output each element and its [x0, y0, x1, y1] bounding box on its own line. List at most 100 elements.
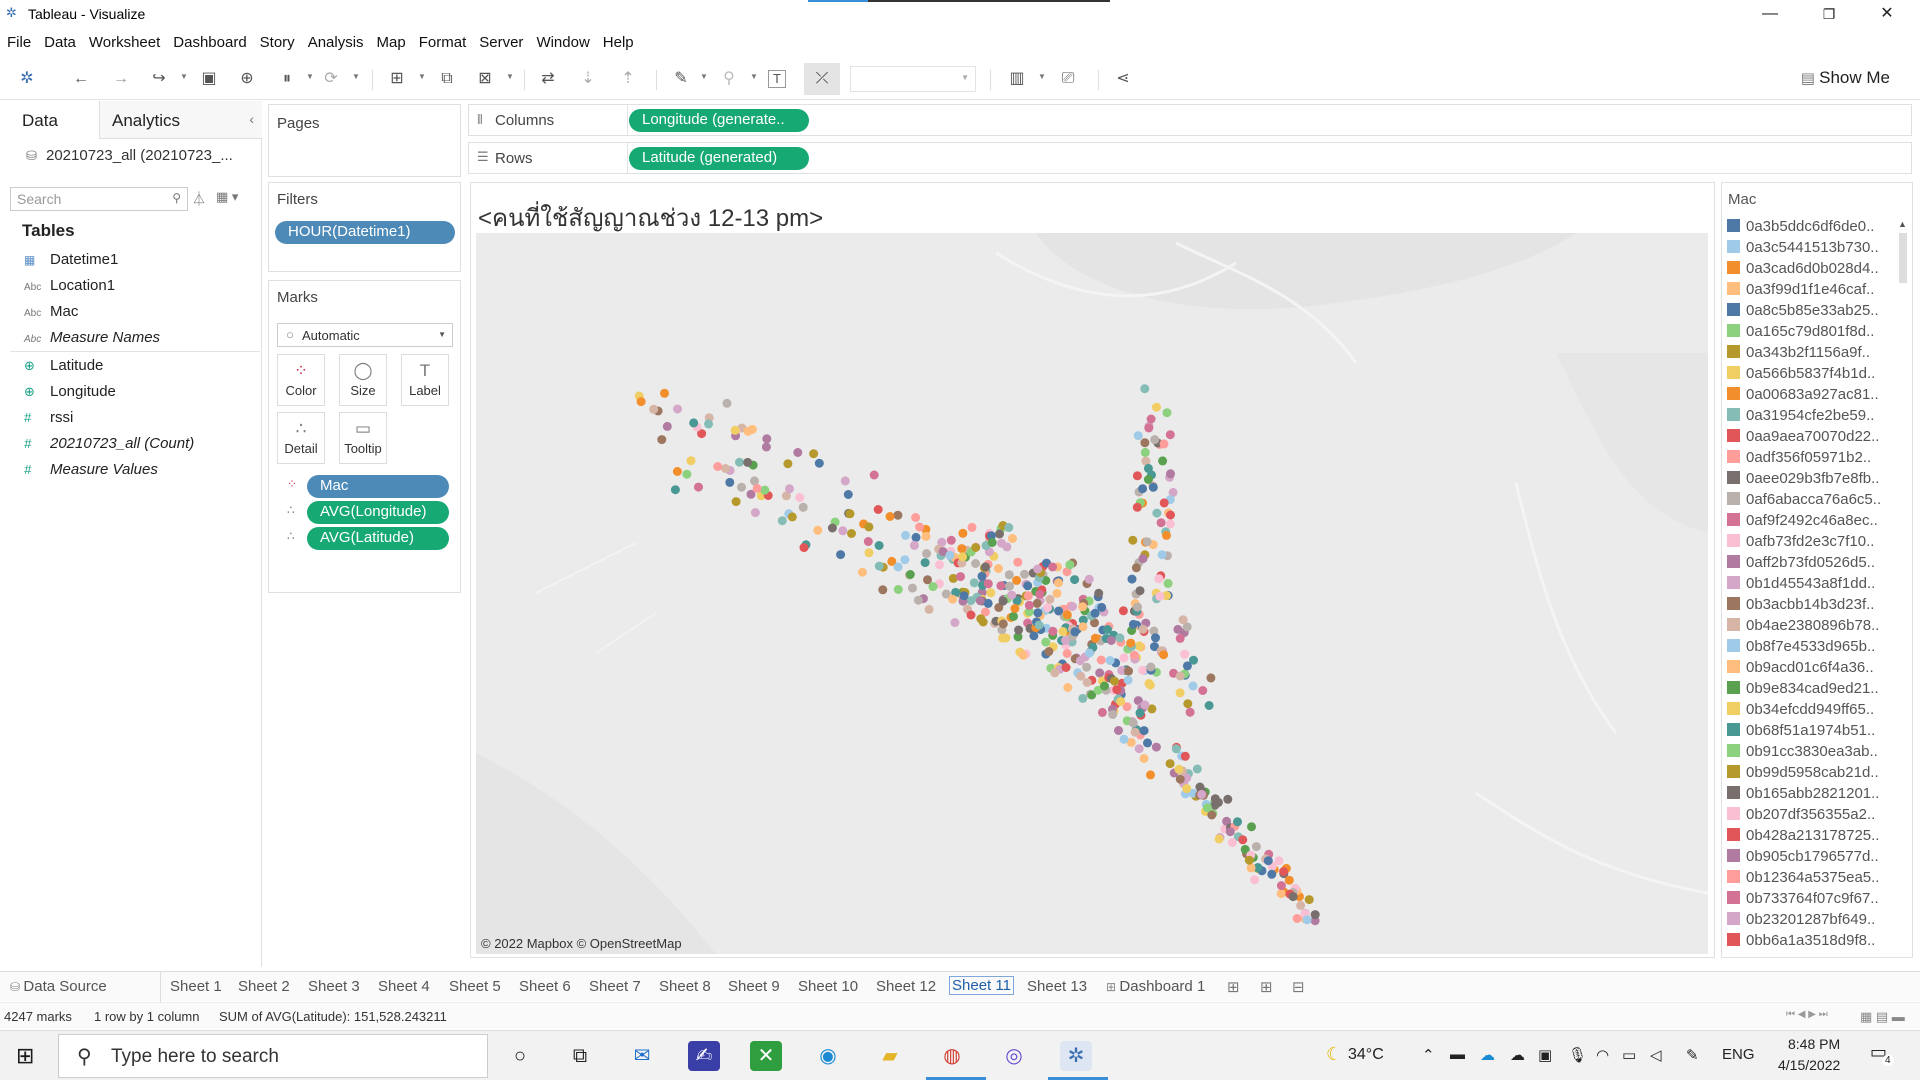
- map-point[interactable]: [1182, 784, 1192, 794]
- map-point[interactable]: [694, 482, 703, 492]
- marks-pill-avg-latitude[interactable]: AVG(Latitude): [307, 527, 449, 550]
- fit-dropdown[interactable]: ▼: [850, 66, 976, 92]
- map-point[interactable]: [1129, 650, 1139, 660]
- weather-icon[interactable]: ☾: [1326, 1044, 1342, 1065]
- map-point[interactable]: [1068, 602, 1077, 611]
- duplicate-icon[interactable]: ⧉: [436, 68, 458, 90]
- filter-icon[interactable]: ⏃: [192, 189, 206, 209]
- messenger-icon[interactable]: ◎: [998, 1041, 1030, 1071]
- map-point[interactable]: [1146, 770, 1155, 780]
- map-point[interactable]: [1105, 656, 1115, 665]
- map-point[interactable]: [987, 538, 997, 547]
- map-point[interactable]: [998, 633, 1008, 643]
- map-point[interactable]: [725, 477, 735, 487]
- map-point[interactable]: [1048, 626, 1058, 636]
- map-point[interactable]: [1162, 408, 1172, 418]
- menu-file[interactable]: File: [0, 28, 37, 51]
- menu-server[interactable]: Server: [472, 28, 529, 51]
- tab-sheet-1[interactable]: Sheet 1: [170, 978, 222, 995]
- new-datasource-icon[interactable]: ⊕: [236, 68, 258, 90]
- map-point[interactable]: [1033, 608, 1043, 618]
- tab-sheet-9[interactable]: Sheet 9: [728, 978, 780, 995]
- map-point[interactable]: [1004, 570, 1014, 580]
- map-point[interactable]: [1131, 563, 1141, 573]
- map-point[interactable]: [1175, 633, 1185, 643]
- tab-sheet-4[interactable]: Sheet 4: [378, 978, 430, 995]
- map-point[interactable]: [1140, 700, 1150, 710]
- map-point[interactable]: [1005, 581, 1014, 591]
- map-point[interactable]: [967, 522, 977, 532]
- map-point[interactable]: [1150, 435, 1160, 445]
- legend-item[interactable]: 0b428a213178725..: [1727, 827, 1879, 847]
- marks-label-button[interactable]: T Label: [401, 354, 449, 406]
- map-point[interactable]: [1227, 837, 1237, 847]
- map-point[interactable]: [1096, 655, 1106, 665]
- tab-data[interactable]: Data: [0, 101, 100, 139]
- map-point[interactable]: [1292, 914, 1302, 923]
- map-point[interactable]: [730, 425, 740, 435]
- map-point[interactable]: [686, 456, 696, 466]
- map-point[interactable]: [1146, 414, 1156, 424]
- map-point[interactable]: [809, 449, 819, 459]
- map-point[interactable]: [1050, 668, 1060, 678]
- map-point[interactable]: [1174, 764, 1184, 774]
- new-worksheet-icon[interactable]: ⊞: [386, 68, 408, 90]
- map-point[interactable]: [1140, 384, 1150, 394]
- map-point[interactable]: [1023, 591, 1033, 601]
- map-point[interactable]: [673, 404, 682, 414]
- highlight-dropdown-icon[interactable]: ▼: [700, 72, 708, 81]
- map-point[interactable]: [682, 469, 692, 479]
- map-point[interactable]: [1062, 649, 1072, 658]
- map-point[interactable]: [836, 550, 846, 560]
- map-point[interactable]: [1166, 510, 1175, 520]
- forward-icon[interactable]: ↪: [148, 68, 170, 90]
- map-point[interactable]: [1103, 625, 1112, 634]
- map-point[interactable]: [1110, 676, 1119, 686]
- map-point[interactable]: [911, 513, 921, 522]
- legend-item[interactable]: 0b99d5958cab21d..: [1727, 764, 1879, 784]
- map-point[interactable]: [946, 535, 956, 545]
- map-point[interactable]: [1085, 648, 1094, 658]
- new-dashboard-icon[interactable]: ⊞: [1260, 978, 1273, 996]
- map-point[interactable]: [1180, 649, 1190, 659]
- map-point[interactable]: [893, 562, 903, 572]
- map-point[interactable]: [636, 397, 646, 407]
- map-point[interactable]: [1135, 708, 1145, 718]
- legend-item[interactable]: 0afb73fd2e3c7f10..: [1727, 533, 1874, 553]
- map-point[interactable]: [1126, 638, 1136, 648]
- map-point[interactable]: [1043, 603, 1053, 613]
- map-point[interactable]: [762, 434, 772, 444]
- map-point[interactable]: [1304, 895, 1314, 905]
- legend-item[interactable]: 0bb6a1a3518d9f8..: [1727, 932, 1875, 952]
- redo-icon[interactable]: →: [110, 68, 132, 90]
- map-point[interactable]: [950, 618, 960, 628]
- map-point[interactable]: [1302, 915, 1312, 925]
- map-point[interactable]: [1078, 622, 1088, 632]
- view-mode-icons[interactable]: ▦ ▤ ▬: [1860, 1009, 1905, 1025]
- legend-item[interactable]: 0b8f7e4533d965b..: [1727, 638, 1875, 658]
- menu-help[interactable]: Help: [596, 28, 640, 51]
- map-point[interactable]: [840, 476, 850, 486]
- refresh-dropdown-icon[interactable]: ▼: [352, 72, 360, 81]
- map-point[interactable]: [1035, 589, 1045, 599]
- map-point[interactable]: [1175, 774, 1185, 784]
- map-point[interactable]: [649, 404, 659, 414]
- legend-item[interactable]: 0b165abb2821201..: [1727, 785, 1879, 805]
- xbox-icon[interactable]: ✕: [750, 1041, 782, 1071]
- map-point[interactable]: [911, 532, 921, 542]
- map-point[interactable]: [847, 529, 856, 538]
- presentation-icon[interactable]: ⎚: [1057, 68, 1079, 90]
- map-point[interactable]: [971, 543, 981, 552]
- map-point[interactable]: [1214, 834, 1224, 844]
- datasource-name[interactable]: 20210723_all (20210723_...: [46, 147, 233, 164]
- map-point[interactable]: [1143, 738, 1152, 748]
- map-point[interactable]: [1084, 574, 1094, 584]
- map-point[interactable]: [1284, 875, 1294, 885]
- map-point[interactable]: [1151, 742, 1161, 752]
- map-point[interactable]: [1154, 574, 1164, 584]
- map-point[interactable]: [1183, 699, 1193, 709]
- map-point[interactable]: [660, 388, 669, 398]
- map-point[interactable]: [1151, 633, 1160, 643]
- filter-pill-hour[interactable]: HOUR(Datetime1): [275, 221, 455, 244]
- minimize-button[interactable]: —: [1747, 2, 1793, 26]
